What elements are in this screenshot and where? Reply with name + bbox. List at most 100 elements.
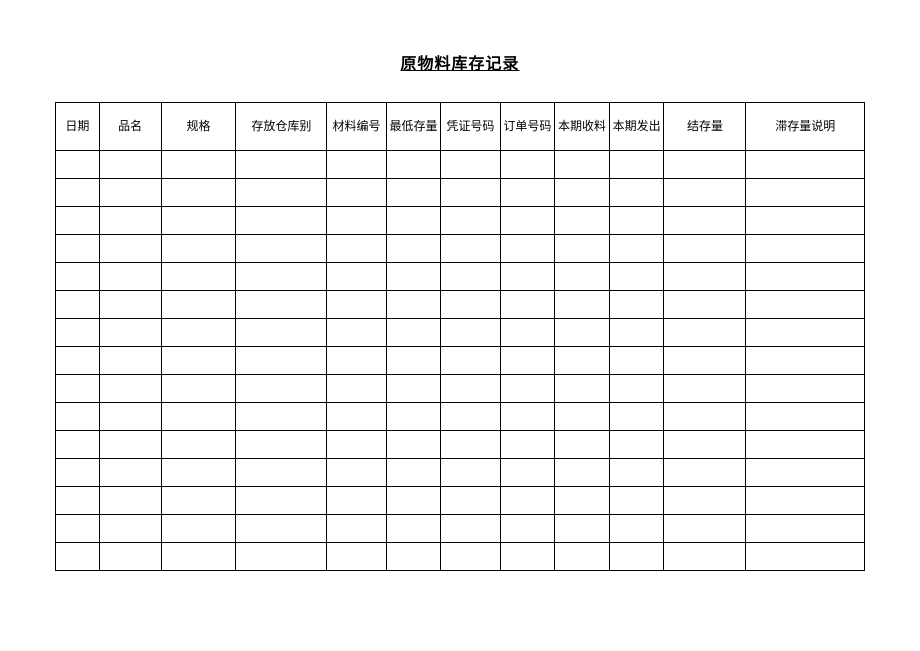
table-cell [609,151,664,179]
table-cell [664,515,746,543]
table-cell [500,487,555,515]
table-cell [161,515,236,543]
table-cell [746,459,865,487]
table-cell [746,515,865,543]
table-cell [99,403,161,431]
table-cell [441,515,500,543]
table-cell [664,263,746,291]
table-cell [746,543,865,571]
table-cell [609,291,664,319]
table-cell [555,459,610,487]
header-order: 订单号码 [500,103,555,151]
table-cell [327,543,386,571]
table-cell [327,487,386,515]
table-cell [161,151,236,179]
table-cell [236,515,327,543]
table-cell [500,459,555,487]
table-cell [609,487,664,515]
table-cell [386,375,441,403]
table-cell [386,515,441,543]
table-cell [161,319,236,347]
table-cell [746,319,865,347]
table-cell [56,319,100,347]
table-cell [664,543,746,571]
table-cell [56,207,100,235]
table-cell [327,235,386,263]
header-date: 日期 [56,103,100,151]
table-row [56,403,865,431]
table-cell [161,487,236,515]
table-cell [99,375,161,403]
table-row [56,207,865,235]
table-cell [327,347,386,375]
table-cell [99,263,161,291]
table-cell [555,207,610,235]
table-cell [746,263,865,291]
table-cell [161,347,236,375]
table-cell [386,151,441,179]
table-cell [609,543,664,571]
table-cell [555,235,610,263]
table-cell [99,291,161,319]
table-cell [327,291,386,319]
table-row [56,179,865,207]
table-cell [99,543,161,571]
table-cell [746,347,865,375]
table-row [56,487,865,515]
table-cell [161,459,236,487]
header-spec: 规格 [161,103,236,151]
table-cell [746,151,865,179]
table-cell [386,207,441,235]
inventory-table: 日期 品名 规格 存放仓库别 材料编号 最低存量 凭证号码 订单号码 本期收料 … [55,102,865,571]
table-cell [56,291,100,319]
table-cell [236,235,327,263]
table-cell [99,151,161,179]
table-cell [664,151,746,179]
table-cell [99,207,161,235]
table-cell [99,347,161,375]
table-cell [327,403,386,431]
table-cell [386,263,441,291]
table-cell [441,543,500,571]
table-cell [327,207,386,235]
table-cell [327,151,386,179]
table-row [56,151,865,179]
table-cell [555,403,610,431]
table-cell [386,235,441,263]
table-cell [746,291,865,319]
header-name: 品名 [99,103,161,151]
table-cell [56,263,100,291]
table-cell [99,431,161,459]
table-cell [56,235,100,263]
table-cell [56,151,100,179]
table-row [56,263,865,291]
table-cell [609,515,664,543]
table-cell [327,179,386,207]
table-cell [746,403,865,431]
table-cell [664,347,746,375]
table-cell [236,543,327,571]
table-cell [161,179,236,207]
table-cell [161,431,236,459]
table-cell [609,319,664,347]
table-cell [664,235,746,263]
table-cell [664,291,746,319]
table-cell [99,319,161,347]
table-row [56,291,865,319]
header-receive: 本期收料 [555,103,610,151]
table-cell [441,375,500,403]
table-cell [327,515,386,543]
table-cell [236,375,327,403]
table-header-row: 日期 品名 规格 存放仓库别 材料编号 最低存量 凭证号码 订单号码 本期收料 … [56,103,865,151]
table-cell [664,179,746,207]
table-cell [99,515,161,543]
table-cell [746,235,865,263]
table-cell [500,151,555,179]
table-cell [236,403,327,431]
table-cell [327,375,386,403]
table-cell [746,207,865,235]
table-cell [500,235,555,263]
table-cell [386,319,441,347]
table-row [56,543,865,571]
table-cell [500,543,555,571]
